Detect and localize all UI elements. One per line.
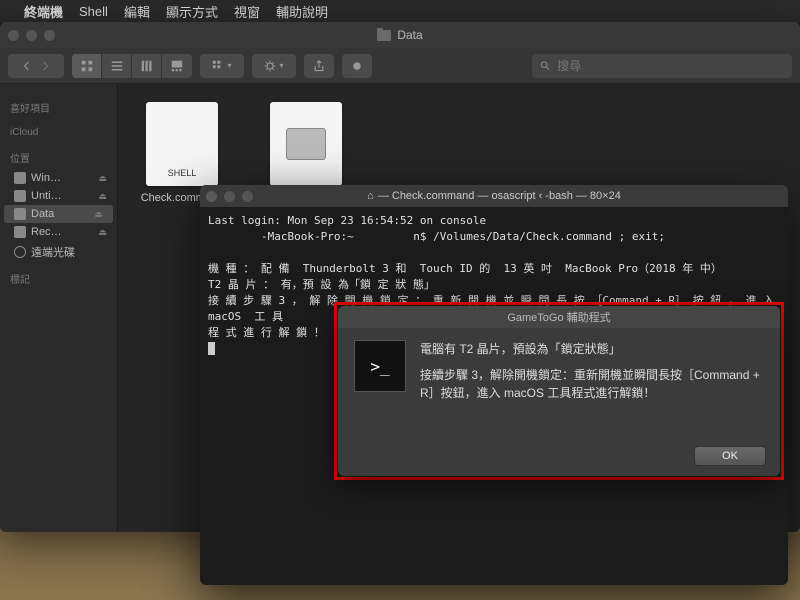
finder-sidebar: 喜好項目 iCloud 位置 Win…⏏ Unti…⏏ Data⏏ Rec…⏏ …	[0, 84, 118, 532]
minimize-button[interactable]	[26, 30, 37, 41]
eject-icon[interactable]: ⏏	[94, 209, 103, 220]
sidebar-item-rec[interactable]: Rec…⏏	[0, 223, 117, 241]
terminal-titlebar[interactable]: ⌂ — Check.command — osascript ‹ -bash — …	[200, 185, 788, 207]
search-icon	[540, 60, 551, 72]
nav-back-forward[interactable]	[8, 54, 64, 78]
minimize-button[interactable]	[224, 191, 235, 202]
action-button[interactable]: ▾	[252, 54, 296, 78]
alert-dialog: GameToGo 輔助程式 >_ 電腦有 T2 晶片，預設為「鎖定狀態」 接續步…	[338, 306, 780, 476]
finder-titlebar[interactable]: Data	[0, 22, 800, 48]
view-switcher	[72, 54, 192, 78]
dialog-title: GameToGo 輔助程式	[338, 306, 780, 328]
disk-icon	[14, 226, 26, 238]
folder-icon	[377, 30, 391, 41]
search-field[interactable]	[532, 54, 792, 78]
sidebar-item-data[interactable]: Data⏏	[4, 205, 113, 223]
eject-icon[interactable]: ⏏	[98, 227, 107, 238]
sidebar-locations-header: 位置	[0, 146, 117, 169]
dialog-message: 電腦有 T2 晶片，預設為「鎖定狀態」 接續步驟 3，解除開機鎖定：重新開機並瞬…	[420, 340, 764, 410]
eject-icon[interactable]: ⏏	[98, 191, 107, 202]
disk-icon	[14, 190, 26, 202]
file-icon-dmg	[270, 102, 342, 186]
sidebar-item-remote-disc[interactable]: 遠端光碟	[0, 241, 117, 263]
finder-toolbar: ▾ ▾	[0, 48, 800, 84]
disk-icon	[14, 172, 26, 184]
zoom-button[interactable]	[44, 30, 55, 41]
view-icon-button[interactable]	[72, 54, 102, 78]
menu-window[interactable]: 視窗	[234, 2, 260, 21]
close-button[interactable]	[8, 30, 19, 41]
window-title: Data	[397, 28, 422, 42]
sidebar-item-win[interactable]: Win…⏏	[0, 169, 117, 187]
terminal-cursor	[208, 342, 215, 355]
app-menu[interactable]: 終端機	[24, 2, 63, 21]
zoom-button[interactable]	[242, 191, 253, 202]
ok-button[interactable]: OK	[694, 446, 766, 466]
menu-view[interactable]: 顯示方式	[166, 2, 218, 21]
sidebar-item-untitled[interactable]: Unti…⏏	[0, 187, 117, 205]
file-icon-shell	[146, 102, 218, 186]
menu-edit[interactable]: 編輯	[124, 2, 150, 21]
sidebar-tags-header: 標記	[0, 267, 117, 290]
search-input[interactable]	[557, 59, 784, 73]
view-list-button[interactable]	[102, 54, 132, 78]
menu-shell[interactable]: Shell	[79, 4, 108, 19]
disk-icon	[14, 208, 26, 220]
close-button[interactable]	[206, 191, 217, 202]
menu-help[interactable]: 輔助說明	[276, 2, 328, 21]
eject-icon[interactable]: ⏏	[98, 173, 107, 184]
home-icon: ⌂	[367, 190, 374, 202]
view-column-button[interactable]	[132, 54, 162, 78]
arrange-button[interactable]: ▾	[200, 54, 244, 78]
sidebar-favorites-header: 喜好項目	[0, 96, 117, 119]
remote-disc-icon	[14, 246, 26, 258]
sidebar-icloud-header: iCloud	[0, 123, 117, 142]
terminal-title: — Check.command — osascript ‹ -bash — 80…	[378, 190, 621, 202]
view-gallery-button[interactable]	[162, 54, 192, 78]
menubar: 終端機 Shell 編輯 顯示方式 視窗 輔助說明	[0, 0, 800, 22]
terminal-app-icon: >_	[354, 340, 406, 392]
share-button[interactable]	[304, 54, 334, 78]
tags-button[interactable]	[342, 54, 372, 78]
